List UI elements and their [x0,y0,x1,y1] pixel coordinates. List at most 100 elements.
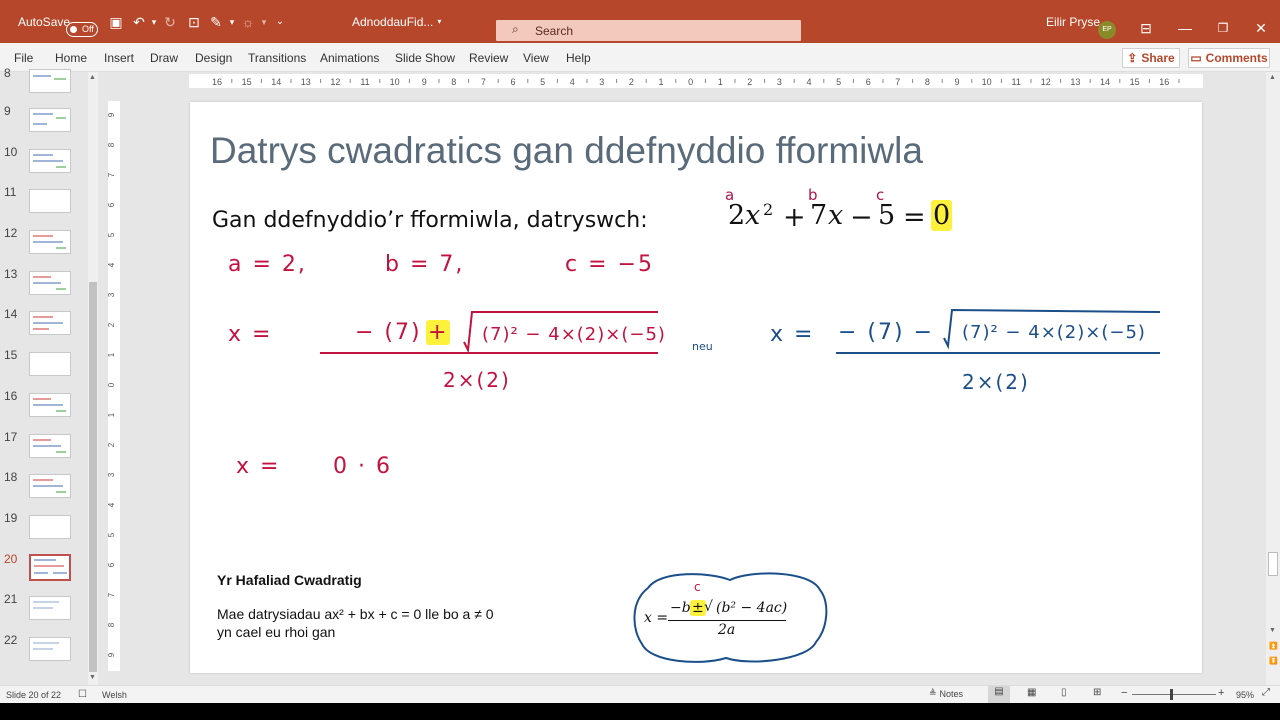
tab-slide-show[interactable]: Slide Show [395,51,455,65]
brightness-icon[interactable]: ☼ [240,14,256,30]
save-icon[interactable]: ▣ [108,14,124,30]
slide-thumbnail[interactable] [29,474,71,498]
tab-review[interactable]: Review [469,51,508,65]
slide-thumbnail[interactable] [29,393,71,417]
autosave-label: AutoSave [18,14,71,29]
ribbon-tabs: File Home Insert Draw Design Transitions… [0,43,1280,72]
brightness-dropdown-icon[interactable]: ▾ [256,14,272,30]
slide-thumbnail[interactable] [29,515,71,539]
slide-thumbnail-active[interactable] [29,554,71,581]
tab-animations[interactable]: Animations [320,51,379,65]
comments-button[interactable]: ▭ Comments [1188,48,1270,68]
zoom-in-icon[interactable]: + [1218,687,1224,699]
filename-text: AdnoddauFid... [352,14,434,29]
tab-transitions[interactable]: Transitions [248,51,306,65]
slide-thumbnail[interactable] [29,637,71,661]
normal-view-icon[interactable]: ▤ [988,686,1010,703]
slide-number: 19 [4,511,18,525]
slide-thumbnail[interactable] [29,230,71,254]
ruler-tick-label: 5 [108,232,116,237]
minimize-icon[interactable]: — [1176,20,1194,36]
tab-design[interactable]: Design [195,51,232,65]
slide-canvas[interactable]: Datrys cwadratics gan ddefnyddio fformiw… [190,102,1202,673]
handwritten-blue-sqrt-content: (7)² − 4×(2)×(−5) [962,322,1146,343]
ruler-tick-label: 6 [108,562,116,567]
document-filename[interactable]: AdnoddauFid... ▾ [352,0,441,43]
slide-thumbnail[interactable] [29,108,71,132]
ruler-tick-label: 0 [108,382,116,387]
slide-thumbnail[interactable] [29,69,71,93]
zoom-level[interactable]: 95% [1236,690,1254,700]
handwritten-or: neu [692,340,713,353]
notes-button[interactable]: ≜ Notes [929,688,963,699]
tab-file[interactable]: File [14,51,33,65]
reading-view-icon[interactable]: ▯ [1061,687,1067,698]
tab-home[interactable]: Home [55,51,87,65]
scroll-down-icon[interactable]: ▼ [1269,627,1276,634]
info-line-2[interactable]: yn cael eu rhoi gan [217,624,335,640]
thumbnail-scrollbar[interactable]: ▲ ▼ [88,72,98,685]
redo-icon[interactable]: ↻ [162,14,178,30]
thumbnail-pane[interactable]: 8 9 10 11 12 13 14 15 16 17 18 19 20 21 … [0,66,100,685]
pen-dropdown-icon[interactable]: ▾ [224,14,240,30]
info-line-1[interactable]: Mae datrysiadau ax² + bx + c = 0 lle bo … [217,606,494,622]
share-label: Share [1141,51,1175,65]
toggle-knob-icon [70,26,77,33]
slide-thumbnail[interactable] [29,189,71,213]
ribbon-display-icon[interactable]: ⊟ [1137,20,1155,36]
language-indicator[interactable]: Welsh [102,690,127,700]
slide-thumbnail[interactable] [29,271,71,295]
slide-title[interactable]: Datrys cwadratics gan ddefnyddio fformiw… [210,130,923,172]
spellcheck-icon[interactable]: ☐ [78,689,87,700]
undo-dropdown-icon[interactable]: ▾ [146,14,162,30]
zoom-out-icon[interactable]: − [1121,687,1127,699]
ruler-tick-label: 4 [570,77,575,87]
ruler-tick-label: 6 [510,77,515,87]
scroll-up-icon[interactable]: ▲ [1269,74,1276,81]
ruler-tick-label: 5 [540,77,545,87]
slide-sorter-icon[interactable]: ▦ [1027,687,1036,698]
customize-qat-icon[interactable]: ⌄ [272,14,288,30]
ruler-tick-label: 15 [1130,77,1140,87]
scrollbar-thumb[interactable] [1268,552,1278,576]
label-c: c [876,186,885,204]
tab-help[interactable]: Help [566,51,591,65]
slide-thumbnail[interactable] [29,149,71,173]
present-icon[interactable]: ⊡ [186,14,202,30]
slide-scrollbar[interactable]: ▲ ▼ ⏫ ⏬ [1266,72,1280,685]
slideshow-icon[interactable]: ⊞ [1093,687,1101,698]
scroll-down-icon[interactable]: ▼ [89,674,96,681]
pen-icon[interactable]: ✎ [208,14,224,30]
search-input[interactable]: ⌕ Search [496,20,801,41]
zoom-slider[interactable] [1132,694,1216,695]
search-icon: ⌕ [512,22,519,36]
fit-to-window-icon[interactable]: ⤢ [1262,687,1270,698]
slide-thumbnail[interactable] [29,311,71,335]
formula[interactable]: x = −b ± √ (b² − 4ac) 2a c [644,580,804,648]
notes-icon: ≜ [929,688,937,698]
ruler-tick-label: 12 [1041,77,1051,87]
tab-view[interactable]: View [523,51,549,65]
autosave-toggle[interactable]: Off [66,22,98,37]
restore-icon[interactable]: ❐ [1214,20,1232,36]
next-slide-icon[interactable]: ⏬ [1269,657,1278,665]
share-button[interactable]: ⇪ Share [1122,48,1180,68]
scroll-up-icon[interactable]: ▲ [89,74,96,81]
scrollbar-thumb[interactable] [89,282,97,672]
zoom-slider-handle[interactable] [1170,689,1173,700]
info-heading[interactable]: Yr Hafaliad Cwadratig [217,572,362,588]
ruler-tick-label: 5 [836,77,841,87]
undo-icon[interactable]: ↶ [131,14,147,30]
tab-draw[interactable]: Draw [150,51,178,65]
avatar[interactable]: EP [1098,21,1116,39]
slide-thumbnail[interactable] [29,434,71,458]
slide-thumbnail[interactable] [29,352,71,376]
slide-number: 11 [4,185,17,199]
ruler-tick-label: 1 [718,77,723,87]
slide-intro-text[interactable]: Gan ddefnyddio’r fformiwla, datryswch: [212,208,648,233]
tab-insert[interactable]: Insert [104,51,134,65]
close-icon[interactable]: ✕ [1252,20,1270,36]
slide-thumbnail[interactable] [29,596,71,620]
user-name[interactable]: Eilir Pryse [1046,0,1100,43]
previous-slide-icon[interactable]: ⏫ [1269,642,1278,650]
